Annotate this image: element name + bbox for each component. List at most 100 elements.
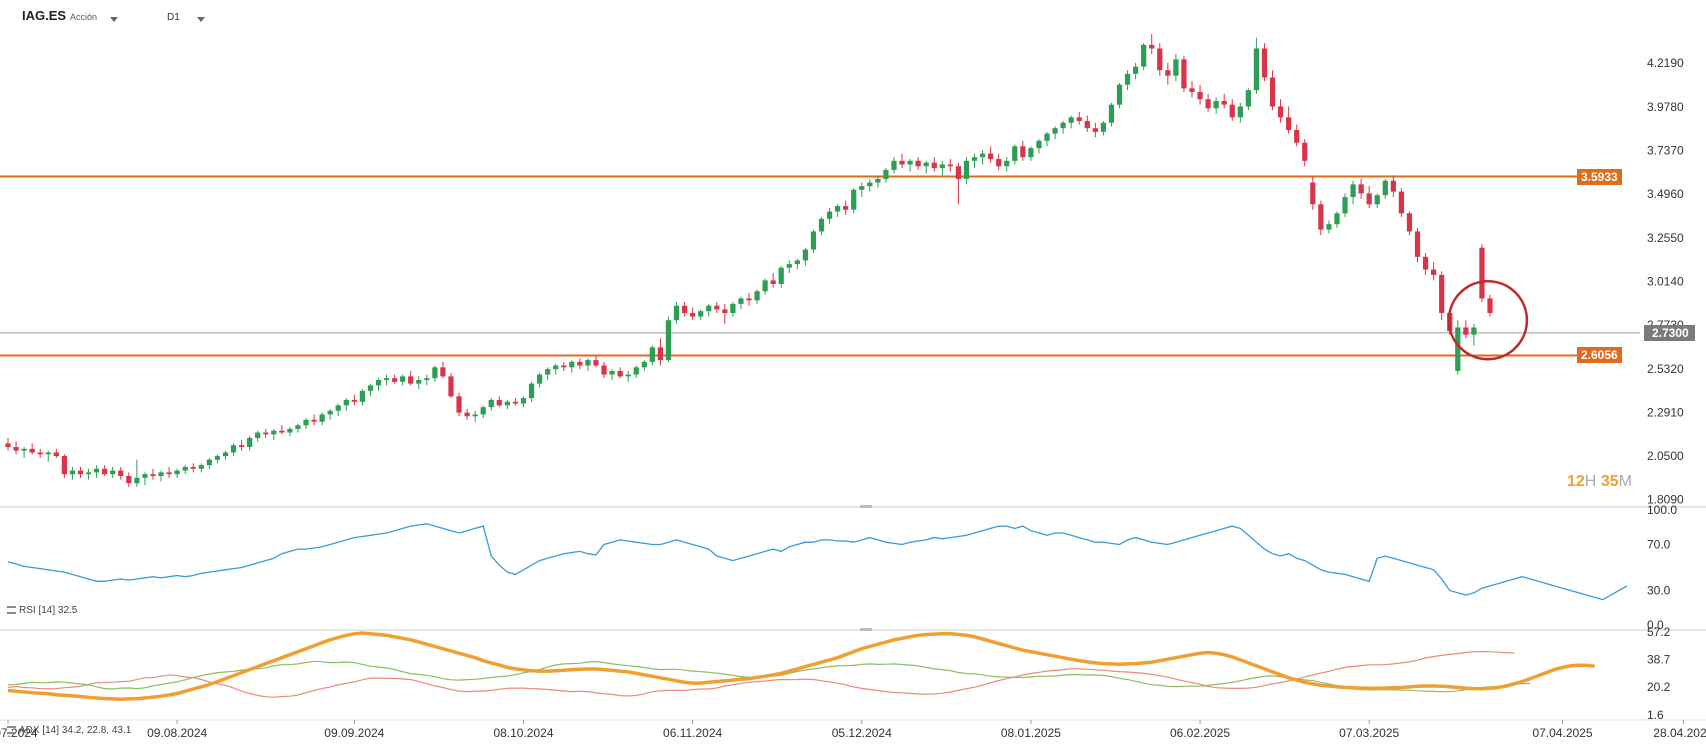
candle-body <box>464 412 470 417</box>
rsi-line <box>7 523 1628 601</box>
candle-body <box>1100 122 1107 132</box>
candle-body <box>569 361 575 368</box>
menu-icon[interactable] <box>7 726 16 735</box>
rsi-indicator-label[interactable]: RSI [14] 32.5 <box>7 605 77 616</box>
symbol-dropdown-icon[interactable] <box>110 17 118 22</box>
candle-body <box>118 470 124 477</box>
candle-body <box>1471 327 1477 335</box>
candle-body <box>762 280 768 292</box>
candle-body <box>996 158 1002 167</box>
candle-body <box>472 414 478 417</box>
candle-body <box>1141 44 1147 67</box>
candle-body <box>375 380 382 386</box>
candle-body <box>174 470 180 475</box>
candle-body <box>359 390 366 402</box>
candle-body <box>899 160 905 165</box>
candle-body <box>794 260 800 265</box>
candle-body <box>263 432 269 435</box>
candle-body <box>255 432 261 438</box>
candle-body <box>367 385 374 391</box>
candle-body <box>85 472 92 475</box>
timeframe-selector[interactable]: D1 <box>167 12 180 23</box>
candle-body <box>69 470 76 475</box>
candle-body <box>102 468 108 475</box>
candle-body <box>1318 204 1324 230</box>
level-price-tag[interactable]: 3.5933 <box>1577 168 1622 185</box>
candle-body <box>1165 70 1171 76</box>
candle-body <box>875 178 881 183</box>
candle-body <box>1326 224 1332 230</box>
level-price-tag[interactable]: 2.6056 <box>1577 347 1622 364</box>
candle-body <box>536 374 543 384</box>
candle-body <box>633 367 639 375</box>
rsi-label-text: RSI [14] 32.5 <box>19 605 78 616</box>
candle-body <box>915 160 921 167</box>
candle-body <box>577 361 583 366</box>
candle-body <box>29 448 35 453</box>
candle-body <box>1398 191 1405 214</box>
candle-body <box>408 376 414 384</box>
candle-body <box>883 169 889 179</box>
candle-body <box>754 291 760 301</box>
candle-body <box>891 160 897 170</box>
candle-body <box>416 380 422 384</box>
adx-indicator-label[interactable]: ADX [14] 34.2, 22.8, 43.1 <box>7 725 131 736</box>
adx-axis-tick: 38.7 <box>1647 653 1671 667</box>
candle-body <box>1253 48 1260 91</box>
candle-body <box>93 468 100 473</box>
candle-body <box>601 365 607 375</box>
candle-body <box>955 166 962 179</box>
candle-body <box>988 153 994 159</box>
candle-body <box>440 367 446 377</box>
candle-body <box>585 360 591 366</box>
candle-body <box>1020 146 1026 158</box>
candle-body <box>1181 59 1187 89</box>
candle-body <box>1197 91 1203 100</box>
rsi-axis-tick: 70.0 <box>1647 538 1671 552</box>
candle-body <box>1439 274 1445 313</box>
candle-body <box>939 164 945 169</box>
candle-body <box>1173 59 1179 76</box>
candle-body <box>1084 120 1090 129</box>
candle-body <box>1229 104 1235 118</box>
candle-body <box>593 360 599 366</box>
candle-body <box>1205 99 1211 109</box>
rsi-axis-tick: 100.0 <box>1647 503 1677 517</box>
candle-body <box>134 477 140 484</box>
candle-body <box>1294 130 1300 143</box>
symbol-label[interactable]: IAG.ES <box>22 8 66 23</box>
candle-body <box>834 206 841 212</box>
candle-body <box>738 298 744 304</box>
candle-body <box>1004 160 1010 167</box>
candle-body <box>971 157 978 161</box>
candle-body <box>343 399 349 406</box>
candle-body <box>1334 213 1340 225</box>
candle-body <box>714 305 720 310</box>
candle-body <box>1132 66 1139 74</box>
x-axis-tick-label: 28.04.2025 <box>1653 726 1706 740</box>
menu-icon[interactable] <box>7 606 16 615</box>
candle-body <box>456 396 462 413</box>
price-axis-tick: 3.0140 <box>1647 274 1684 288</box>
timeframe-dropdown-icon[interactable] <box>197 17 205 22</box>
candle-body <box>287 428 293 433</box>
candle-body <box>488 399 494 408</box>
candle-body <box>1108 104 1115 123</box>
candle-body <box>553 365 559 370</box>
candle-body <box>1431 269 1437 275</box>
candle-body <box>1374 195 1380 205</box>
candle-countdown: 12H 35M <box>1567 473 1632 491</box>
candle-body <box>230 445 237 453</box>
price-axis-tick: 2.2910 <box>1647 405 1684 419</box>
candle-body <box>5 443 11 448</box>
candle-body <box>851 189 857 210</box>
chart-canvas[interactable]: 4.21903.97803.73703.49603.25503.01402.77… <box>0 0 1706 747</box>
candle-body <box>61 456 67 475</box>
candle-body <box>1269 77 1276 107</box>
candle-body <box>1213 101 1219 109</box>
candle-body <box>21 448 27 451</box>
adx-axis-tick: 57.2 <box>1647 625 1671 639</box>
x-axis-tick-label: 06.02.2025 <box>1170 726 1230 740</box>
candle-body <box>1052 128 1058 134</box>
candle-body <box>1157 48 1163 71</box>
